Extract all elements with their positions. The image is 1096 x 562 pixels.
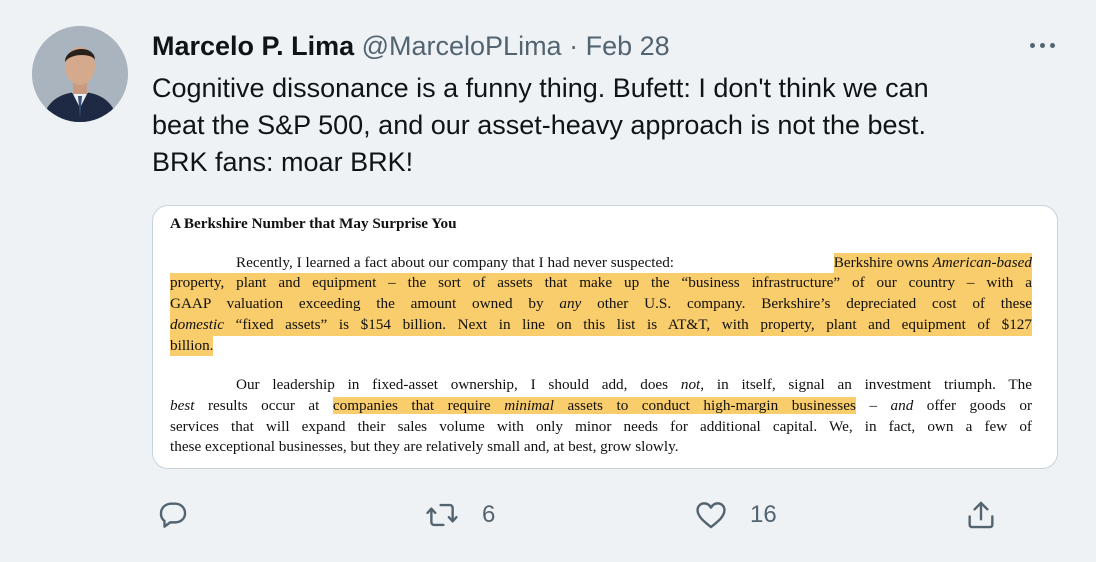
highlighted-text: domestic “fixed assets” is $154 billion.… — [170, 314, 1032, 336]
share-button[interactable] — [964, 498, 998, 532]
highlighted-text: GAAP valuation exceeding the amount owne… — [170, 294, 1032, 315]
doc-text: best results occur at companies that req… — [170, 396, 1032, 417]
doc-text: assets to conduct high-margin businesses — [554, 396, 856, 414]
heart-icon — [696, 502, 726, 529]
document-line: services that will expand their sales vo… — [170, 417, 1032, 438]
doc-text-italic: minimal — [504, 396, 554, 414]
highlighted-text: Berkshire owns American-based — [833, 252, 1032, 274]
tweet-date[interactable]: Feb 28 — [586, 31, 670, 61]
document-line: best results occur at companies that req… — [170, 396, 1032, 417]
share-icon — [968, 501, 994, 529]
doc-text: , in itself, signal an investment triump… — [700, 376, 1033, 394]
reply-icon — [159, 502, 187, 528]
doc-text: results occur at — [194, 396, 333, 414]
document-line: property, plant and equipment – the sort… — [170, 273, 1032, 295]
highlighted-text: property, plant and equipment – the sort… — [170, 273, 1032, 295]
tweet-action-bar: 6 16 — [0, 498, 1096, 538]
doc-text: Our leadership in fixed-asset ownership,… — [236, 376, 681, 394]
highlighted-text: billion. — [170, 335, 214, 357]
tweet-text-line: Cognitive dissonance is a funny thing. B… — [152, 73, 929, 103]
doc-text: companies that require — [332, 396, 505, 414]
doc-text: Recently, I learned a fact about our com… — [236, 253, 675, 271]
doc-text-italic: and — [890, 396, 914, 414]
doc-text: Our leadership in fixed-asset ownership,… — [236, 375, 1032, 396]
document-line: billion. — [170, 335, 1032, 357]
retweet-count: 6 — [482, 501, 496, 528]
doc-text-italic: any — [559, 295, 582, 313]
tweet-text: Cognitive dissonance is a funny thing. B… — [152, 70, 1062, 181]
retweet-icon — [426, 503, 458, 527]
doc-text: – — [855, 396, 891, 414]
doc-text: Berkshire owns — [833, 253, 933, 271]
tweet-media-image[interactable]: A Berkshire Number that May Surprise You… — [152, 205, 1058, 469]
reply-button[interactable] — [156, 498, 190, 532]
document-line: these exceptional businesses, but they a… — [170, 437, 1032, 458]
doc-text: services that will expand their sales vo… — [170, 417, 1032, 435]
doc-text: offer goods or — [913, 396, 1033, 414]
avatar[interactable] — [32, 26, 128, 122]
doc-text: GAAP valuation exceeding the amount owne… — [170, 295, 560, 313]
doc-text: these exceptional businesses, but they a… — [170, 438, 679, 456]
doc-text-italic: best — [170, 396, 195, 414]
tweet-text-line: BRK fans: moar BRK! — [152, 147, 414, 177]
doc-text-italic: not — [680, 376, 701, 394]
doc-text-italic: American-based — [932, 253, 1032, 271]
doc-text: “fixed assets” is $154 billion. Next in … — [224, 315, 1032, 333]
like-count: 16 — [750, 501, 777, 528]
avatar-image — [32, 26, 128, 122]
display-name[interactable]: Marcelo P. Lima — [152, 31, 354, 61]
doc-text: other U.S. company. Berkshire’s deprecia… — [581, 295, 1032, 313]
retweet-button[interactable]: 6 — [424, 498, 495, 532]
separator-dot: · — [569, 31, 579, 61]
user-handle[interactable]: @MarceloPLima — [362, 31, 562, 61]
document-excerpt: A Berkshire Number that May Surprise You… — [170, 214, 1032, 458]
more-options-icon[interactable] — [1022, 30, 1062, 60]
highlighted-text: companies that require minimal assets to… — [332, 396, 856, 414]
tweet-text-line: beat the S&P 500, and our asset-heavy ap… — [152, 110, 927, 140]
document-line: Recently, I learned a fact about our com… — [170, 252, 1032, 274]
document-line: Our leadership in fixed-asset ownership,… — [170, 375, 1032, 396]
doc-text-italic: domestic — [170, 315, 224, 333]
document-heading: A Berkshire Number that May Surprise You — [170, 215, 457, 232]
tweet-header: Marcelo P. Lima @MarceloPLima · Feb 28 — [152, 30, 670, 62]
document-line: domestic “fixed assets” is $154 billion.… — [170, 314, 1032, 336]
like-button[interactable]: 16 — [694, 498, 777, 532]
document-line: GAAP valuation exceeding the amount owne… — [170, 294, 1032, 315]
